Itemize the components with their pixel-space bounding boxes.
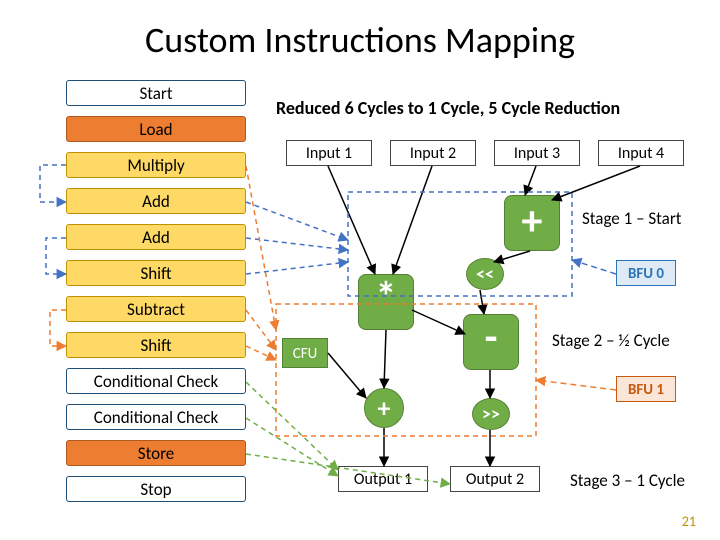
step-add-2: Add (66, 224, 246, 250)
step-multiply: Multiply (66, 152, 246, 178)
step-shift-2: Shift (66, 332, 246, 358)
step-load: Load (66, 116, 246, 142)
stage-3-label: Stage 3 – 1 Cycle (570, 470, 685, 491)
op-plus-big: + (504, 195, 560, 251)
step-cond-1: Conditional Check (66, 368, 246, 394)
op-mult: * (358, 274, 414, 330)
op-shift-left: << (466, 258, 504, 290)
step-start: Start (66, 80, 246, 106)
slide-title: Custom Instructions Mapping (0, 18, 720, 62)
step-add-1: Add (66, 188, 246, 214)
stage-2-label: Stage 2 – ½ Cycle (552, 330, 670, 351)
step-stop: Stop (66, 476, 246, 502)
op-plus-small: + (364, 388, 404, 428)
input-3: Input 3 (494, 140, 580, 166)
input-1: Input 1 (286, 140, 372, 166)
slide-subtitle: Reduced 6 Cycles to 1 Cycle, 5 Cycle Red… (276, 97, 620, 119)
output-2: Output 2 (450, 466, 540, 492)
output-1: Output 1 (338, 466, 428, 492)
input-2: Input 2 (390, 140, 476, 166)
cfu-box: CFU (282, 338, 328, 368)
step-cond-2: Conditional Check (66, 404, 246, 430)
op-minus: - (463, 314, 519, 370)
step-store: Store (66, 440, 246, 466)
bfu-1: BFU 1 (616, 376, 676, 402)
step-shift-1: Shift (66, 260, 246, 286)
step-subtract: Subtract (66, 296, 246, 322)
stage-1-label: Stage 1 – Start (582, 208, 681, 229)
bfu-0: BFU 0 (616, 260, 676, 286)
op-shift-right: >> (472, 398, 510, 430)
input-4: Input 4 (598, 140, 684, 166)
page-number: 21 (682, 513, 696, 530)
